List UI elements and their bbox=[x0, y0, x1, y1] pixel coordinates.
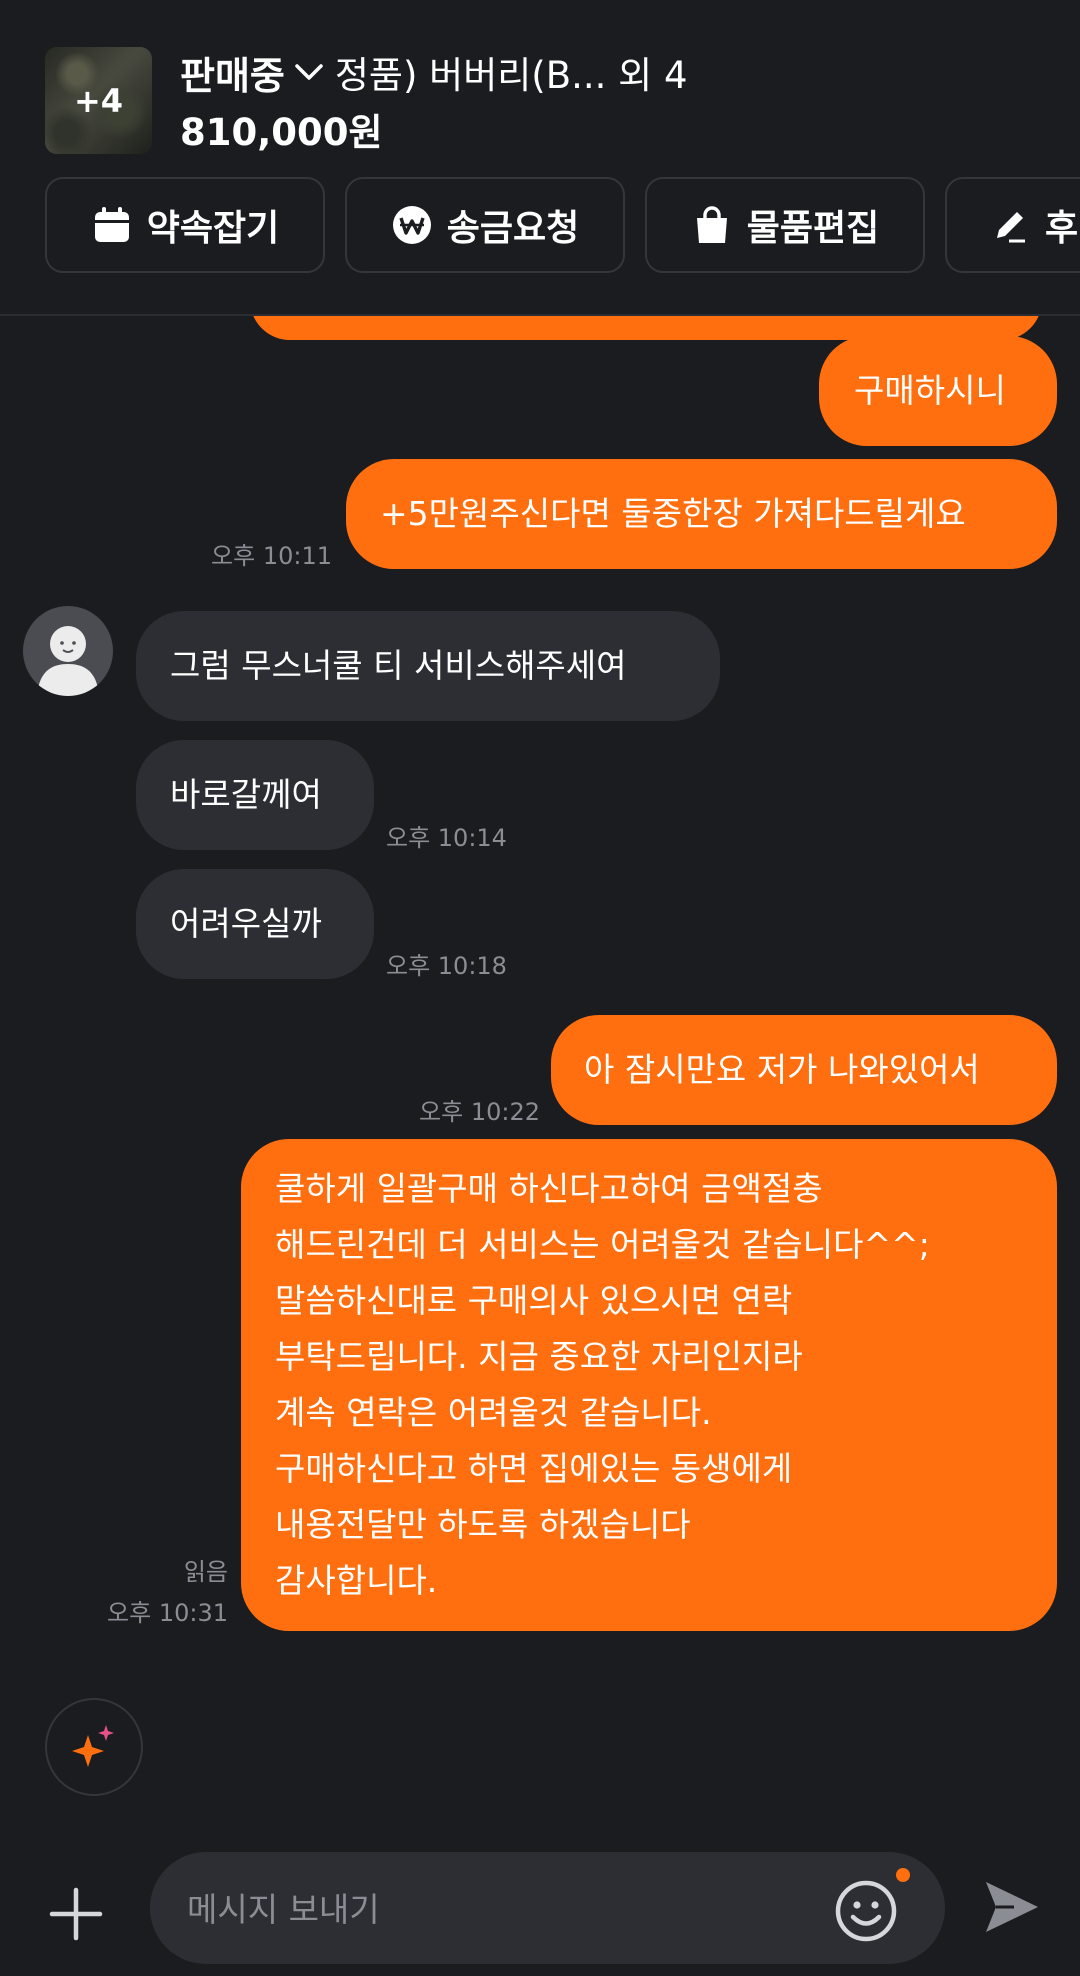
request-payment-button[interactable]: 송금요청 bbox=[345, 177, 625, 273]
sparkle-icon bbox=[72, 1725, 114, 1767]
message-line: 해드린건데 더 서비스는 어려울것 같습니다^^; bbox=[275, 1225, 930, 1264]
won-coin-icon bbox=[392, 206, 431, 244]
message-composer bbox=[150, 1852, 945, 1966]
message-line: 계속 연락은 어려울것 같습니다. bbox=[275, 1393, 712, 1432]
message-text: +5만원주신다면 둘중한장 가져다드릴게요 bbox=[380, 494, 966, 533]
shopping-bag-icon bbox=[696, 206, 727, 243]
edit-item-button[interactable]: 물품편집 bbox=[645, 177, 925, 273]
message-line: 쿨하게 일괄구매 하신다고하여 금액절충 bbox=[275, 1169, 823, 1208]
review-button[interactable]: 후 bbox=[945, 177, 1080, 273]
pencil-icon bbox=[997, 212, 1025, 243]
message-text: 어려우실까 bbox=[170, 904, 322, 943]
thumbnail-count-badge: +4 bbox=[45, 47, 152, 154]
read-receipt: 읽음 bbox=[183, 1558, 228, 1586]
message-line: 내용전달만 하도록 하겠습니다 bbox=[275, 1505, 691, 1544]
message-bubble-outgoing[interactable]: 아 잠시만요 저가 나와있어서 bbox=[551, 1015, 1057, 1125]
product-price: 810,000원 bbox=[180, 111, 383, 154]
chevron-down-icon[interactable] bbox=[289, 52, 329, 92]
sale-status-dropdown[interactable]: 판매중 bbox=[180, 45, 285, 100]
message-time: 오후 10:31 bbox=[107, 1599, 228, 1627]
message-line: 말씀하신대로 구매의사 있으시면 연락 bbox=[275, 1281, 793, 1320]
plus-icon[interactable] bbox=[48, 1886, 104, 1942]
message-bubble-incoming[interactable]: 바로갈께여 bbox=[136, 740, 374, 850]
message-line: 구매하신다고 하면 집에있는 동생에게 bbox=[275, 1449, 793, 1488]
message-input[interactable] bbox=[185, 1852, 829, 1966]
ai-assist-button[interactable] bbox=[45, 1698, 143, 1796]
schedule-button[interactable]: 약속잡기 bbox=[45, 177, 325, 273]
message-text: 바로갈께여 bbox=[170, 775, 322, 814]
message-time: 오후 10:22 bbox=[419, 1098, 540, 1126]
edit-item-button-label: 물품편집 bbox=[746, 208, 880, 249]
chat-header: +4 판매중 정품) 버버리(B... 외 4 810,000원 약속잡기 송금… bbox=[0, 0, 1080, 316]
default-avatar-icon bbox=[37, 626, 99, 696]
chat-message-list[interactable]: 구매하시니 오후 10:11 +5만원주신다면 둘중한장 가져다드릴게요 그럼 … bbox=[0, 316, 1080, 1646]
message-bubble-outgoing[interactable]: +5만원주신다면 둘중한장 가져다드릴게요 bbox=[346, 459, 1057, 569]
request-payment-button-label: 송금요청 bbox=[446, 208, 580, 249]
message-bubble-incoming[interactable]: 그럼 무스너쿨 티 서비스해주세여 bbox=[136, 611, 720, 721]
message-text: 구매하시니 bbox=[854, 371, 1006, 410]
new-indicator-dot bbox=[896, 1868, 910, 1882]
action-bar: 약속잡기 송금요청 물품편집 후 bbox=[45, 177, 1080, 277]
message-time: 오후 10:14 bbox=[386, 824, 507, 852]
message-line: 감사합니다. bbox=[275, 1561, 438, 1600]
status-row: 판매중 정품) 버버리(B... 외 4 bbox=[180, 46, 688, 98]
message-bubble-incoming[interactable]: 어려우실까 bbox=[136, 869, 374, 979]
avatar[interactable] bbox=[23, 606, 113, 696]
message-text: 그럼 무스너쿨 티 서비스해주세여 bbox=[170, 646, 627, 685]
message-bubble-outgoing-long[interactable]: 쿨하게 일괄구매 하신다고하여 금액절충 해드린건데 더 서비스는 어려울것 같… bbox=[241, 1139, 1057, 1631]
message-time: 오후 10:18 bbox=[386, 952, 507, 980]
message-line: 부탁드립니다. 지금 중요한 자리인지라 bbox=[275, 1337, 803, 1376]
send-icon[interactable] bbox=[980, 1876, 1042, 1938]
message-text: 아 잠시만요 저가 나와있어서 bbox=[584, 1050, 980, 1089]
product-title[interactable]: 정품) 버버리(B... 외 4 bbox=[335, 45, 688, 99]
schedule-button-label: 약속잡기 bbox=[146, 208, 280, 249]
product-thumbnail[interactable]: +4 bbox=[45, 47, 152, 154]
message-time: 오후 10:11 bbox=[211, 542, 332, 570]
review-button-label: 후 bbox=[1045, 208, 1079, 249]
message-bubble-outgoing[interactable]: 구매하시니 bbox=[819, 336, 1057, 446]
calendar-icon bbox=[94, 207, 129, 242]
emoji-icon[interactable] bbox=[834, 1879, 898, 1943]
